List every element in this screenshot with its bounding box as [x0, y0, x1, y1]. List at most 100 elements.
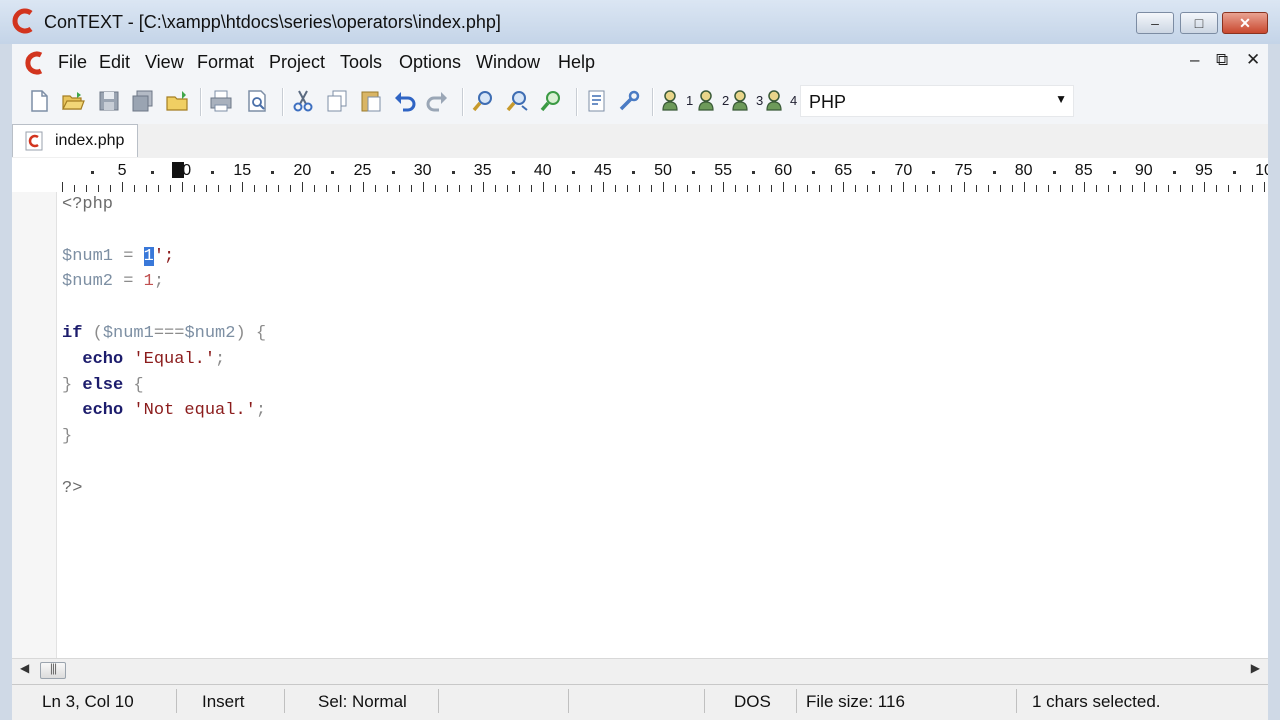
menu-help[interactable]: Help [558, 52, 595, 73]
paste-button[interactable] [358, 88, 384, 114]
print-preview-button[interactable] [244, 88, 270, 114]
selected-text: 1 [143, 246, 154, 266]
menu-view[interactable]: View [145, 52, 184, 73]
minimize-icon: – [1151, 15, 1159, 31]
user-command-1-button[interactable] [660, 88, 686, 114]
code-editor[interactable]: <?php $num1 = 1'; $num2 = 1; if ($num1==… [12, 192, 1268, 658]
new-file-button[interactable] [26, 88, 52, 114]
ruler-tick [122, 182, 124, 192]
file-compare-button[interactable] [584, 88, 610, 114]
user-command-icon [662, 90, 678, 111]
save-button[interactable] [96, 88, 122, 114]
menu-window[interactable]: Window [476, 52, 540, 73]
menu-file[interactable]: File [58, 52, 87, 73]
chevron-down-icon[interactable]: ▼ [1055, 92, 1067, 106]
document-close-icon[interactable]: ✕ [1246, 50, 1260, 70]
menu-tools[interactable]: Tools [340, 52, 382, 73]
ruler-tick [855, 185, 857, 192]
toolbar-separator [652, 88, 654, 116]
menu-options[interactable]: Options [399, 52, 461, 73]
syntax-highlighter-value: PHP [809, 92, 847, 112]
ruler-tick [1264, 182, 1265, 192]
user-command-1-number: 1 [686, 93, 694, 108]
save-all-button[interactable] [130, 88, 156, 114]
options-button[interactable] [616, 88, 642, 114]
document-system-menu-icon[interactable] [24, 51, 46, 75]
document-minimize-icon[interactable]: – [1190, 50, 1199, 70]
horizontal-scrollbar[interactable]: ◀ ||| ▶ [12, 658, 1268, 683]
clipboard-icon [361, 91, 381, 112]
ruler-tick [843, 182, 845, 192]
open-project-button[interactable] [164, 88, 190, 114]
ruler-label: 20 [293, 162, 312, 179]
ruler-tick [1191, 185, 1193, 192]
ruler-tick [783, 182, 785, 192]
folder-icon [166, 91, 188, 111]
ruler-tick [638, 185, 640, 192]
redo-button[interactable] [424, 88, 450, 114]
ruler-dot [631, 171, 635, 174]
code-content[interactable]: <?php $num1 = 1'; $num2 = 1; if ($num1==… [62, 192, 266, 502]
editor-gutter [12, 192, 57, 658]
cut-button[interactable] [290, 88, 316, 114]
print-button[interactable] [208, 88, 234, 114]
ruler-tick [590, 185, 592, 192]
replace-button[interactable] [538, 88, 564, 114]
ruler-tick [1203, 182, 1205, 192]
ruler-tick [1131, 185, 1133, 192]
file-size: File size: 116 [806, 692, 905, 711]
save-disk-icon [99, 91, 119, 111]
line-ending: DOS [734, 692, 771, 711]
ruler-tick [819, 185, 821, 192]
scroll-right-arrow-icon[interactable]: ▶ [1251, 661, 1260, 675]
ruler-label: 35 [473, 162, 492, 179]
ruler-label: 30 [413, 162, 432, 179]
minimize-button[interactable]: – [1136, 12, 1174, 34]
menu-edit[interactable]: Edit [99, 52, 130, 73]
document-restore-icon[interactable]: ⧉ [1216, 50, 1228, 70]
ruler-dot [1112, 171, 1116, 174]
syntax-highlighter-select[interactable]: PHP ▼ [800, 85, 1074, 117]
menu-bar: File Edit View Format Project Tools Opti… [12, 44, 1268, 80]
maximize-button[interactable]: □ [1180, 12, 1218, 34]
scroll-left-arrow-icon[interactable]: ◀ [20, 661, 29, 675]
undo-icon [395, 92, 416, 112]
user-command-3-number: 3 [756, 93, 764, 108]
menu-format[interactable]: Format [197, 52, 254, 73]
status-separator [568, 689, 569, 713]
document-list-icon [588, 90, 605, 112]
open-file-button[interactable] [60, 88, 86, 114]
ruler-dot [992, 171, 996, 174]
ruler-tick [554, 185, 556, 192]
ruler-tick [266, 185, 268, 192]
user-command-3-button[interactable] [730, 88, 756, 114]
copy-button[interactable] [324, 88, 350, 114]
ruler-dot [571, 171, 575, 174]
tab-index-php[interactable]: index.php [12, 124, 138, 157]
ruler-tick [1107, 185, 1109, 192]
ruler-tick [230, 185, 232, 192]
scissors-icon [293, 90, 313, 112]
ruler-tick [831, 185, 833, 192]
scrollbar-thumb[interactable]: ||| [40, 661, 66, 679]
code-line-12: ?> [62, 476, 266, 502]
user-command-4-button[interactable] [764, 88, 790, 114]
ruler-dot [752, 171, 756, 174]
find-next-button[interactable] [504, 88, 530, 114]
ruler-label: 45 [593, 162, 612, 179]
ruler-tick [1239, 185, 1241, 192]
chars-selected: 1 chars selected. [1032, 692, 1161, 711]
cursor-position: Ln 3, Col 10 [42, 692, 134, 711]
undo-button[interactable] [392, 88, 418, 114]
ruler-tick [650, 185, 652, 192]
ruler-tick [975, 185, 977, 192]
ruler-tick [578, 185, 580, 192]
ruler-tick [98, 185, 100, 192]
close-button[interactable]: ✕ [1222, 12, 1268, 34]
ruler-tick [458, 185, 460, 192]
ruler-label: 65 [834, 162, 853, 179]
find-button[interactable] [470, 88, 496, 114]
user-command-2-button[interactable] [696, 88, 722, 114]
menu-project[interactable]: Project [269, 52, 325, 73]
